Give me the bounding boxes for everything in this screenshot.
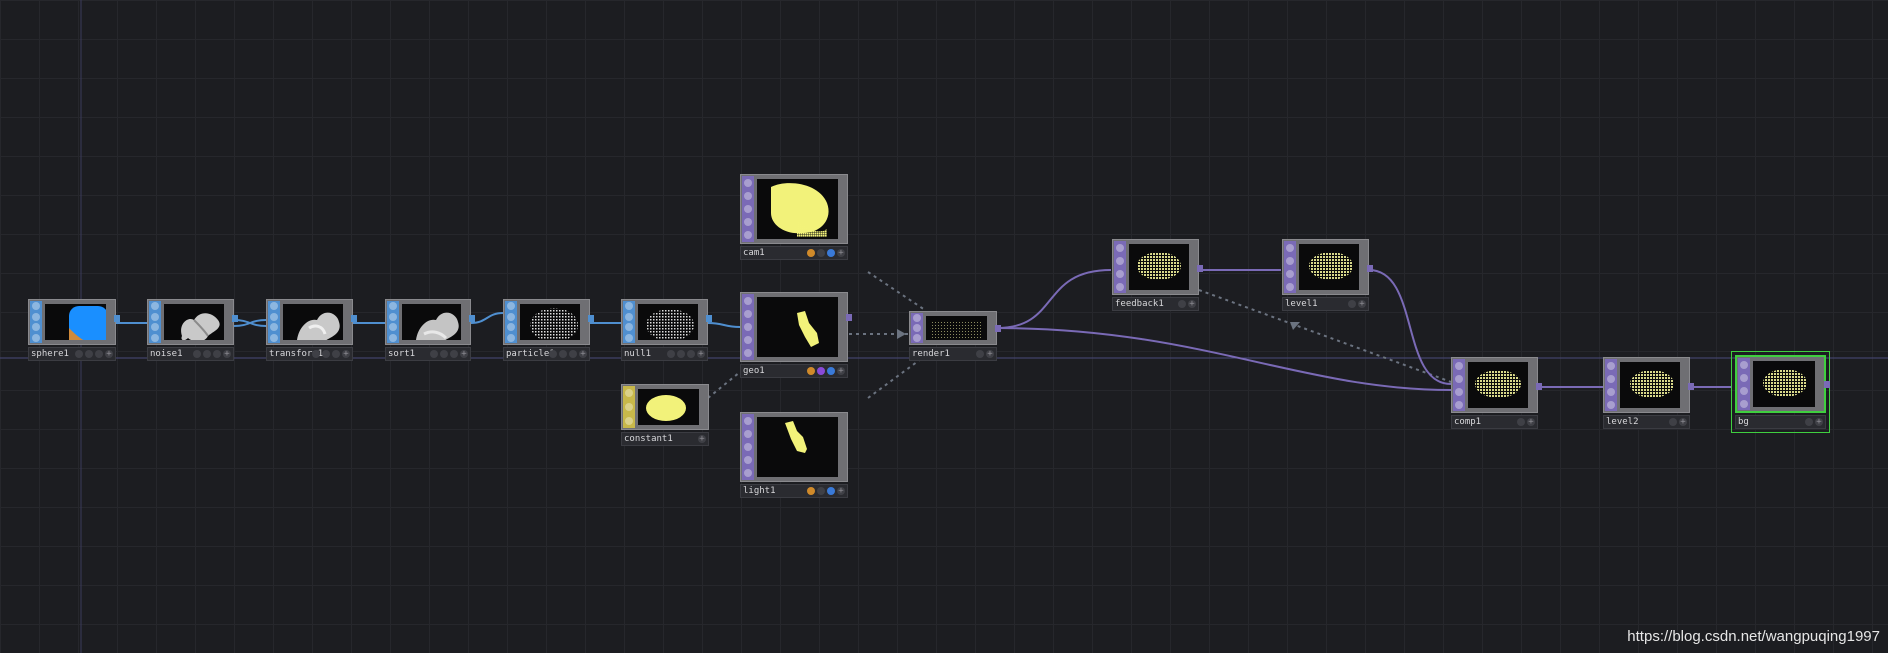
- node-preview: [1468, 362, 1528, 408]
- output-port[interactable]: [1367, 265, 1373, 272]
- node-icons: [742, 176, 754, 242]
- output-port[interactable]: [232, 315, 238, 322]
- node-icons: [623, 386, 635, 428]
- node-cam1[interactable]: cam1 +: [740, 174, 848, 260]
- node-icons: [1284, 241, 1296, 293]
- node-icons: [387, 301, 399, 343]
- node-preview: [45, 304, 106, 340]
- node-constant1[interactable]: constant1 +: [621, 384, 709, 446]
- output-port[interactable]: [588, 315, 594, 322]
- node-icons: [911, 313, 923, 343]
- node-preview: [638, 389, 699, 425]
- node-icons: [1453, 359, 1465, 411]
- wire-render1-feedback1[interactable]: [996, 269, 1112, 329]
- wire-sort1-particle1[interactable]: [470, 312, 504, 324]
- output-port[interactable]: [706, 315, 712, 322]
- output-port[interactable]: [351, 315, 357, 322]
- output-port[interactable]: [1824, 381, 1830, 388]
- node-feedback1[interactable]: feedback1 +: [1112, 239, 1203, 311]
- arrow-render1: [897, 329, 906, 339]
- node-name[interactable]: light1: [743, 485, 776, 497]
- node-preview: [402, 304, 461, 340]
- watermark-text: https://blog.csdn.net/wangpuqing1997: [1627, 628, 1880, 645]
- node-icons: [742, 294, 754, 360]
- node-name[interactable]: geo1: [743, 365, 765, 377]
- node-level1[interactable]: level1 +: [1282, 239, 1373, 311]
- node-icons: [30, 301, 42, 343]
- node-name[interactable]: level2: [1606, 416, 1639, 428]
- node-geo1[interactable]: geo1 +: [740, 292, 852, 378]
- node-particle1[interactable]: particle1 +: [503, 299, 594, 361]
- node-icons: [1114, 241, 1126, 293]
- node-name[interactable]: level1: [1285, 298, 1318, 310]
- node-transform1[interactable]: transform1 +: [266, 299, 357, 361]
- node-preview: [1620, 362, 1680, 408]
- node-preview: [1753, 361, 1815, 407]
- output-port[interactable]: [469, 315, 475, 322]
- node-preview: [1129, 244, 1189, 290]
- node-preview: [757, 297, 838, 357]
- node-render1[interactable]: render1 +: [909, 311, 1001, 361]
- node-name[interactable]: bg: [1738, 416, 1749, 428]
- output-port[interactable]: [1197, 265, 1203, 272]
- output-port[interactable]: [114, 315, 120, 322]
- node-icons: [505, 301, 517, 343]
- node-light1[interactable]: light1 +: [740, 412, 848, 498]
- node-name[interactable]: feedback1: [1115, 298, 1164, 310]
- node-name[interactable]: null1: [624, 348, 651, 360]
- node-noise1[interactable]: noise1 +: [147, 299, 238, 361]
- node-name[interactable]: render1: [912, 348, 950, 360]
- output-port[interactable]: [1536, 383, 1542, 390]
- node-sphere1[interactable]: sphere1 +: [28, 299, 120, 361]
- node-icons: [1605, 359, 1617, 411]
- wire-render1-comp1[interactable]: [996, 327, 1452, 391]
- node-name[interactable]: cam1: [743, 247, 765, 259]
- output-port[interactable]: [995, 325, 1001, 332]
- node-preview: [638, 304, 698, 340]
- node-preview: [926, 316, 987, 340]
- node-null1[interactable]: null1 +: [621, 299, 712, 361]
- node-name[interactable]: particle1: [506, 348, 555, 360]
- node-name[interactable]: noise1: [150, 348, 183, 360]
- node-preview: [757, 179, 838, 239]
- wire-constant1-geo1[interactable]: [707, 371, 741, 399]
- node-icons: [1738, 358, 1750, 410]
- node-preview: [164, 304, 224, 340]
- node-icons: [742, 414, 754, 480]
- output-port[interactable]: [1688, 383, 1694, 390]
- wire-light1-render1[interactable]: [867, 355, 926, 399]
- node-level2[interactable]: level2 +: [1603, 357, 1694, 429]
- node-name[interactable]: sphere1: [31, 348, 69, 360]
- node-icons: [268, 301, 280, 343]
- wire-cam1-render1[interactable]: [867, 271, 926, 311]
- node-comp1[interactable]: comp1 +: [1451, 357, 1542, 429]
- node-icons: [623, 301, 635, 343]
- node-preview: [283, 304, 343, 340]
- node-name[interactable]: comp1: [1454, 416, 1481, 428]
- node-preview: [520, 304, 580, 340]
- wire-null1-geo1[interactable]: [707, 322, 741, 328]
- node-sort1[interactable]: sort1 +: [385, 299, 475, 361]
- node-preview: [1299, 244, 1359, 290]
- node-bg[interactable]: bg +: [1731, 351, 1830, 433]
- node-name[interactable]: constant1: [624, 433, 673, 445]
- output-port[interactable]: [846, 314, 852, 321]
- node-icons: [149, 301, 161, 343]
- node-preview: [757, 417, 838, 477]
- node-name[interactable]: sort1: [388, 348, 415, 360]
